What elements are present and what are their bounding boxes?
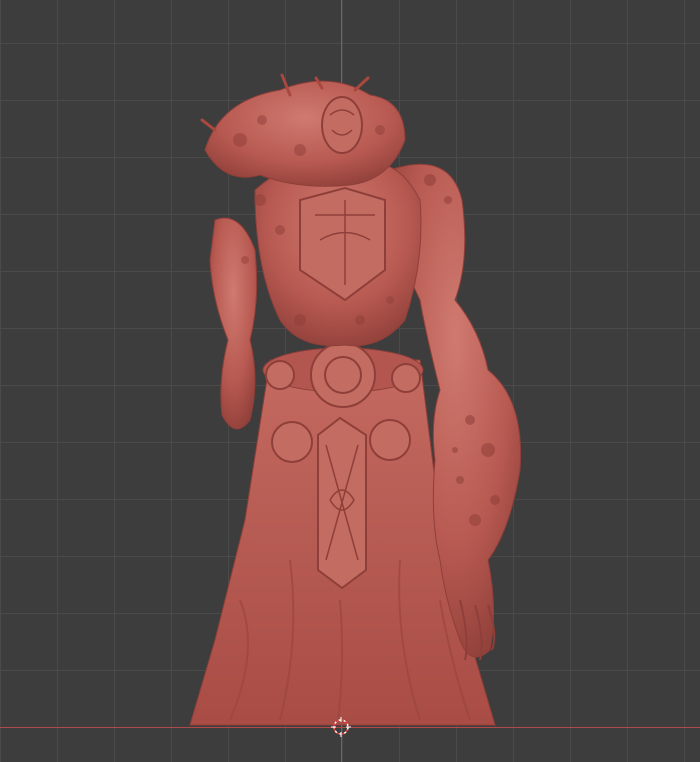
belt-medallion-center bbox=[310, 342, 376, 408]
belt-medallion-left bbox=[265, 360, 295, 390]
3d-cursor-icon[interactable] bbox=[331, 717, 351, 737]
head bbox=[321, 96, 363, 154]
belt-medallion-right bbox=[391, 363, 421, 393]
3d-viewport[interactable] bbox=[0, 0, 700, 762]
robe-medallion-right bbox=[369, 419, 411, 461]
shoulder-mass bbox=[204, 80, 406, 187]
robe-medallion-left bbox=[271, 421, 313, 463]
arm-left bbox=[209, 217, 258, 430]
sculpted-figure[interactable] bbox=[0, 0, 700, 762]
